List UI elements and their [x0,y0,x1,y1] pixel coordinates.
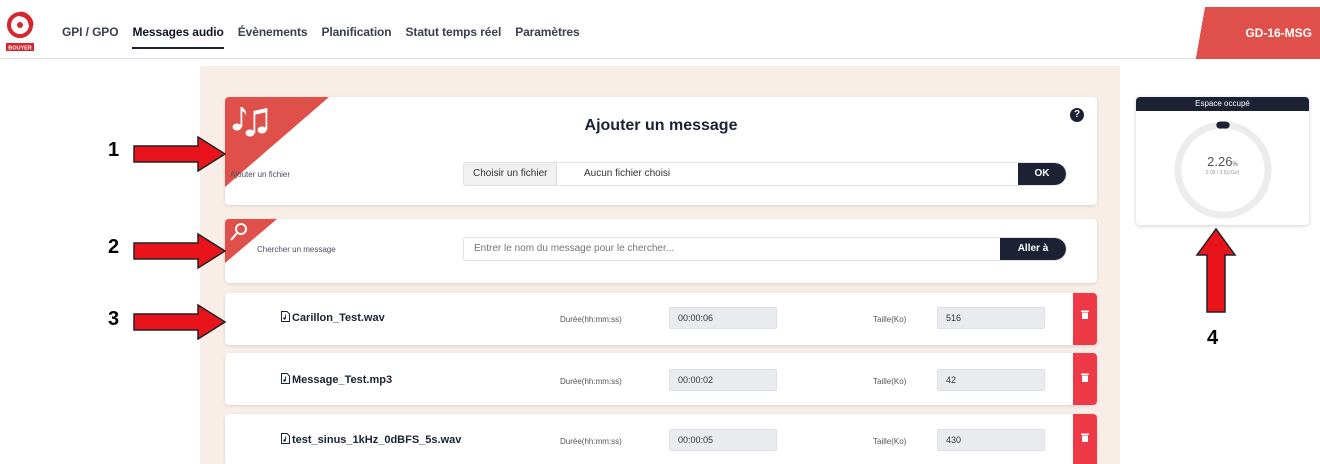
add-message-card: Ajouter un message ? Ajouter un fichier … [225,97,1097,205]
logo-text: BOUYER [8,46,32,52]
duration-value: 00:00:02 [669,369,777,391]
trash-icon [1081,310,1089,319]
nav-parametres[interactable]: Paramètres [515,25,579,49]
message-row: Message_Test.mp3 Durée(hh:mm:ss) 00:00:0… [225,353,1097,405]
delete-button[interactable] [1073,353,1097,405]
search-card: Chercher un message Aller à [225,219,1097,283]
storage-widget: Espace occupé 2.26% 0.09 / 3.81(Go) [1136,97,1309,225]
annotation-3: 3 [108,308,120,330]
nav-planification[interactable]: Planification [321,25,391,49]
device-name: GD-16-MSG [1245,26,1312,40]
ok-button[interactable]: OK [1018,163,1066,185]
trash-icon [1081,433,1089,442]
annotation-2: 2 [108,236,120,258]
size-value: 42 [937,369,1045,391]
arrow-right-icon [133,135,227,173]
duration-label: Durée(hh:mm:ss) [560,377,622,386]
message-row: test_sinus_1kHz_0dBFS_5s.wav Durée(hh:mm… [225,414,1097,464]
add-message-title: Ajouter un message [584,117,738,134]
message-name: Carillon_Test.wav [292,312,385,324]
annotation-4: 4 [1207,327,1219,349]
storage-title: Espace occupé [1136,97,1309,111]
search-corner-badge [225,219,277,263]
choose-file-button[interactable]: Choisir un fichier [464,163,558,185]
size-label: Taille(Ko) [873,315,907,324]
size-label: Taille(Ko) [873,377,907,386]
duration-value: 00:00:05 [669,429,777,451]
top-bar: BOUYER GPI / GPO Messages audio Évènemen… [0,7,1320,59]
delete-button[interactable] [1073,414,1097,464]
no-file-text: Aucun fichier choisi [584,168,671,179]
storage-percent: 2.26% [1207,154,1238,169]
nav-gpi-gpo[interactable]: GPI / GPO [62,25,119,49]
help-icon[interactable]: ? [1070,108,1084,122]
arrow-right-icon [133,303,227,341]
arrow-right-icon [133,232,227,270]
message-name: test_sinus_1kHz_0dBFS_5s.wav [292,434,462,446]
trash-icon [1081,373,1089,382]
storage-detail: 0.09 / 3.81(Go) [1205,170,1240,176]
search-field[interactable]: Aller à [463,237,1067,261]
nav-messages-audio[interactable]: Messages audio [132,25,224,49]
delete-button[interactable] [1073,293,1097,345]
annotation-1: 1 [108,139,120,161]
file-chooser[interactable]: Choisir un fichier Aucun fichier choisi … [463,162,1067,186]
message-row: Carillon_Test.wav Durée(hh:mm:ss) 00:00:… [225,293,1097,345]
duration-value: 00:00:06 [669,307,777,329]
nav-statut-temps-reel[interactable]: Statut temps réel [406,25,502,49]
message-name: Message_Test.mp3 [292,374,393,386]
audio-file-icon [281,311,290,322]
audio-file-icon [281,373,290,384]
nav-evenements[interactable]: Évènements [238,25,308,49]
go-button[interactable]: Aller à [1000,238,1066,260]
arrow-up-icon [1195,227,1237,313]
bouyer-logo: BOUYER [6,10,34,52]
size-label: Taille(Ko) [873,437,907,446]
duration-label: Durée(hh:mm:ss) [560,315,622,324]
duration-label: Durée(hh:mm:ss) [560,437,622,446]
size-value: 516 [937,307,1045,329]
audio-file-icon [281,433,290,444]
main-nav: GPI / GPO Messages audio Évènements Plan… [62,25,594,49]
size-value: 430 [937,429,1045,451]
search-label: Chercher un message [257,245,336,254]
search-input[interactable] [474,238,994,260]
add-file-label: Ajouter un fichier [230,170,291,179]
